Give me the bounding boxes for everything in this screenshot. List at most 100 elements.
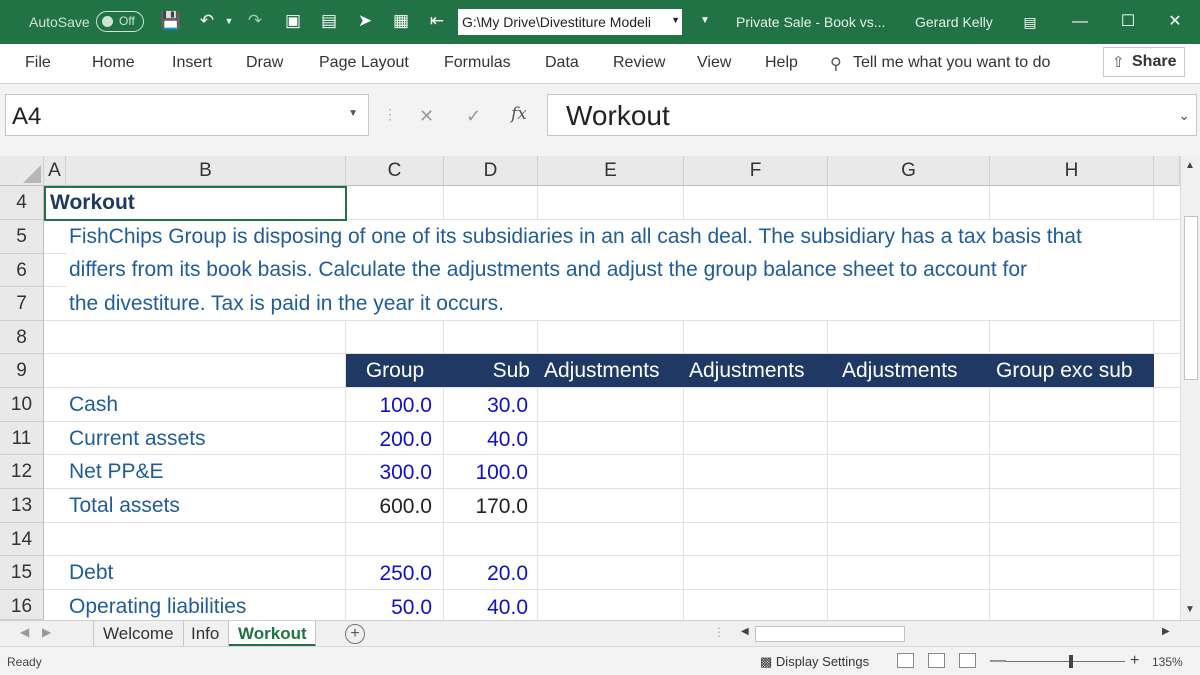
column-header-c[interactable]: C — [346, 156, 444, 186]
zoom-out-icon[interactable]: — — [990, 652, 1006, 670]
tab-data[interactable]: Data — [545, 54, 579, 72]
current-assets-group[interactable]: 200.0 — [346, 428, 432, 452]
vertical-scrollbar[interactable]: ▲ ▼ — [1180, 156, 1200, 620]
calculator-icon[interactable]: ▦ — [390, 10, 412, 32]
sheet-tab-welcome[interactable]: Welcome — [93, 621, 184, 647]
tab-view[interactable]: View — [697, 54, 731, 72]
user-name[interactable]: Gerard Kelly — [915, 14, 993, 30]
close-icon[interactable]: ✕ — [1163, 10, 1187, 34]
zoom-slider-knob[interactable] — [1069, 655, 1073, 668]
scroll-left-icon[interactable]: ◀ — [741, 626, 749, 637]
net-ppe-group[interactable]: 300.0 — [346, 461, 432, 485]
column-header-f[interactable]: F — [684, 156, 828, 186]
header-adjustments-2[interactable]: Adjustments — [689, 359, 805, 383]
operating-liabilities-sub[interactable]: 40.0 — [444, 596, 528, 620]
expand-formula-bar-icon[interactable]: ⌄ — [1178, 107, 1190, 124]
net-ppe-sub[interactable]: 100.0 — [444, 461, 528, 485]
row-header-5[interactable]: 5 — [0, 220, 44, 254]
column-header-next[interactable] — [1154, 156, 1180, 186]
tab-split-handle-icon[interactable]: ⋮ — [713, 625, 725, 639]
total-assets-group[interactable]: 600.0 — [346, 495, 432, 519]
current-assets-sub[interactable]: 40.0 — [444, 428, 528, 452]
cash-group[interactable]: 100.0 — [346, 394, 432, 418]
add-sheet-icon[interactable]: + — [345, 624, 365, 644]
undo-dropdown-icon[interactable]: ▼ — [218, 10, 240, 32]
row-label-operating-liabilities[interactable]: Operating liabilities — [69, 595, 246, 619]
description-line-2[interactable]: differs from its book basis. Calculate t… — [69, 258, 1027, 282]
description-line-1[interactable]: FishChips Group is disposing of one of i… — [69, 225, 1082, 249]
insert-function-icon[interactable]: fx — [511, 104, 527, 124]
undo-icon[interactable]: ↶ — [196, 10, 218, 32]
row-label-debt[interactable]: Debt — [69, 561, 113, 585]
select-all-button[interactable] — [0, 156, 44, 186]
cash-sub[interactable]: 30.0 — [444, 394, 528, 418]
row-header-13[interactable]: 13 — [0, 489, 44, 523]
formula-input[interactable]: Workout ⌄ — [547, 94, 1197, 136]
tab-home[interactable]: Home — [92, 54, 135, 72]
header-group-exc-sub[interactable]: Group exc sub — [996, 359, 1133, 383]
row-label-cash[interactable]: Cash — [69, 393, 118, 417]
zoom-in-icon[interactable]: + — [1130, 652, 1139, 670]
page-layout-view-icon[interactable] — [928, 653, 945, 668]
row-label-total-assets[interactable]: Total assets — [69, 494, 180, 518]
header-adjustments-1[interactable]: Adjustments — [544, 359, 660, 383]
cursor-icon[interactable]: ➤ — [354, 10, 376, 32]
debt-group[interactable]: 250.0 — [346, 562, 432, 586]
cancel-entry-icon[interactable]: ✕ — [419, 106, 434, 127]
column-header-e[interactable]: E — [538, 156, 684, 186]
vertical-scroll-thumb[interactable] — [1184, 216, 1198, 380]
next-sheet-icon[interactable]: ▶ — [42, 625, 51, 639]
header-adjustments-3[interactable]: Adjustments — [842, 359, 958, 383]
operating-liabilities-group[interactable]: 50.0 — [346, 596, 432, 620]
autosave-toggle[interactable]: Off — [96, 11, 144, 32]
column-header-a[interactable]: A — [44, 156, 66, 186]
row-header-7[interactable]: 7 — [0, 287, 44, 321]
header-group[interactable]: Group — [346, 359, 444, 383]
row-header-6[interactable]: 6 — [0, 254, 44, 287]
row-header-4[interactable]: 4 — [0, 186, 44, 220]
camera-icon[interactable]: ▣ — [282, 10, 304, 32]
tab-file[interactable]: File — [25, 54, 51, 72]
tab-draw[interactable]: Draw — [246, 54, 283, 72]
horizontal-scrollbar[interactable]: ◀ ▶ — [735, 624, 1170, 644]
ribbon-display-icon[interactable]: ▤ — [1018, 10, 1042, 34]
zoom-slider[interactable] — [1005, 655, 1125, 668]
more-options-icon[interactable]: ⋮ — [383, 106, 397, 123]
row-header-16[interactable]: 16 — [0, 590, 44, 620]
save-icon[interactable]: 💾 — [160, 10, 182, 32]
confirm-entry-icon[interactable]: ✓ — [466, 106, 481, 127]
row-header-8[interactable]: 8 — [0, 321, 44, 354]
tell-me-search[interactable]: Tell me what you want to do — [853, 54, 1050, 72]
description-line-3[interactable]: the divestiture. Tax is paid in the year… — [69, 292, 504, 316]
share-button[interactable]: ⇧ Share — [1103, 47, 1185, 77]
worksheet-grid[interactable]: A B C D E F G H 4 5 6 7 8 9 10 11 12 13 … — [0, 156, 1180, 620]
tab-page-layout[interactable]: Page Layout — [319, 54, 409, 72]
prev-sheet-icon[interactable]: ◀ — [20, 625, 29, 639]
name-box[interactable]: A4 ▼ — [5, 94, 369, 136]
row-header-9[interactable]: 9 — [0, 354, 44, 388]
maximize-icon[interactable]: ☐ — [1116, 10, 1140, 34]
column-header-g[interactable]: G — [828, 156, 990, 186]
scroll-up-icon[interactable]: ▲ — [1185, 160, 1195, 171]
page-break-view-icon[interactable] — [959, 653, 976, 668]
column-header-b[interactable]: B — [66, 156, 346, 186]
column-header-d[interactable]: D — [444, 156, 538, 186]
row-header-10[interactable]: 10 — [0, 388, 44, 422]
scroll-right-icon[interactable]: ▶ — [1162, 626, 1170, 637]
row-header-14[interactable]: 14 — [0, 523, 44, 556]
normal-view-icon[interactable] — [897, 653, 914, 668]
minimize-icon[interactable]: — — [1068, 10, 1092, 34]
scroll-down-icon[interactable]: ▼ — [1185, 604, 1195, 615]
row-label-net-ppe[interactable]: Net PP&E — [69, 460, 164, 484]
exit-icon[interactable]: ⇤ — [426, 10, 448, 32]
column-header-h[interactable]: H — [990, 156, 1154, 186]
name-box-dropdown-icon[interactable]: ▼ — [348, 108, 358, 119]
header-sub[interactable]: Sub — [444, 359, 530, 383]
display-settings-button[interactable]: ▩ Display Settings — [760, 654, 869, 670]
file-path-box[interactable]: G:\My Drive\Divestiture Modeli ▼ — [458, 9, 682, 35]
customize-quick-access-icon[interactable]: ▼ — [694, 10, 716, 32]
tab-formulas[interactable]: Formulas — [444, 54, 511, 72]
tab-insert[interactable]: Insert — [172, 54, 212, 72]
picture-icon[interactable]: ▤ — [318, 10, 340, 32]
sheet-tab-info[interactable]: Info — [182, 621, 230, 647]
